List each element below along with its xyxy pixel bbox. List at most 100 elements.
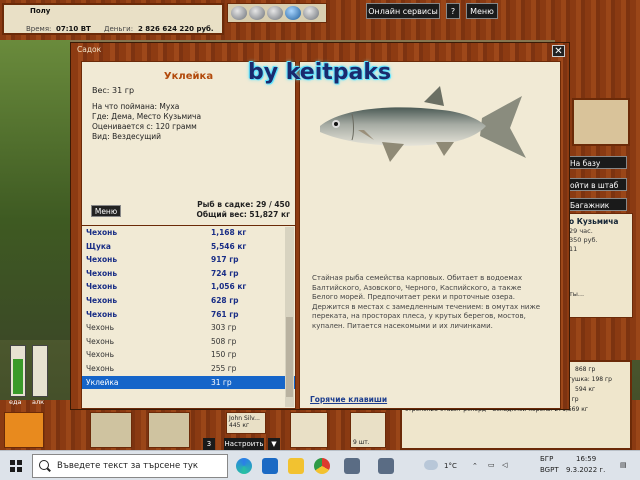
catch-location: Где: Дема, Место Кузьмича	[92, 112, 202, 121]
taskbar-search-input[interactable]: Въведете текст за търсене тук	[32, 454, 228, 478]
keepnet-counts: Рыб в садке: 29 / 450 Общий вес: 51,827 …	[197, 200, 290, 220]
fish-list-row[interactable]: Чехонь 1,056 кг	[82, 280, 295, 294]
luggage-button[interactable]: Багажник	[565, 198, 627, 211]
fly-bait-icon[interactable]: 9 шт.	[350, 412, 386, 448]
keepnet-fish-list: Чехонь 1,168 кг Щука 5,546 кг Чехонь 917 гр Че…	[81, 225, 296, 409]
slot-number: 3	[203, 438, 215, 450]
minimap[interactable]	[572, 98, 630, 146]
fish-picture-panel: Стайная рыба семейства карповых. Обитает…	[299, 61, 561, 409]
clock-date[interactable]: 9.3.2022 г.	[566, 466, 605, 474]
dropdown-arrow-icon[interactable]: ▼	[268, 438, 280, 450]
language-secondary[interactable]: BGPT	[540, 466, 559, 474]
bait-pot-icon[interactable]	[90, 412, 132, 448]
game-app-icon[interactable]	[344, 458, 360, 474]
weather-icons	[227, 3, 327, 23]
fish-row-name: Чехонь	[86, 228, 118, 237]
fish-row-weight: 1,056 кг	[211, 282, 247, 292]
fish-list-row[interactable]: Чехонь 150 гр	[82, 348, 295, 362]
fish-list-row[interactable]: Чехонь 628 гр	[82, 294, 295, 308]
location-info-panel: о Кузьмича 29 час. 350 руб. 11 ты...	[565, 213, 633, 318]
fish-list-row[interactable]: Чехонь 508 гр	[82, 335, 295, 349]
keepnet-icon[interactable]	[148, 412, 190, 448]
temperature[interactable]: 1°C	[444, 462, 457, 470]
menu-button[interactable]: Меню	[466, 3, 498, 19]
food-gauge	[10, 345, 26, 397]
language-primary[interactable]: БГР	[540, 455, 553, 463]
cloud-icon	[231, 6, 247, 20]
fish-list-row[interactable]: Уклейка 31 гр	[82, 375, 295, 390]
fish-weight: Вес: 31 гр	[92, 86, 135, 95]
fish-row-name: Чехонь	[86, 323, 115, 333]
fish-row-name: Чехонь	[86, 295, 118, 305]
folder-icon[interactable]	[288, 458, 304, 474]
player-card-weight: 445 кг	[229, 422, 250, 429]
fish-list-row[interactable]: Чехонь 917 гр	[82, 253, 295, 267]
keepnet-dialog: Садок ✕ Уклейка Вес: 31 гр На что пойман…	[70, 42, 570, 410]
fish-row-name: Чехонь	[86, 255, 118, 265]
fish-row-weight: 724 гр	[211, 268, 239, 278]
fish-list-row[interactable]: Щука 5,546 кг	[82, 240, 295, 254]
fish-list-scrollbar[interactable]	[285, 227, 294, 407]
fish-list-row[interactable]: Чехонь 1,168 кг	[82, 226, 295, 240]
fish-row-weight: 628 гр	[211, 295, 239, 305]
fish-row-weight: 303 гр	[211, 323, 237, 333]
player-name: Полу	[30, 7, 51, 15]
fish-row-name: Чехонь	[86, 350, 115, 360]
help-button[interactable]: ?	[446, 3, 460, 19]
money-value: 2 826 624 220 руб.	[138, 25, 214, 33]
settings-button[interactable]: Настроить	[224, 438, 264, 450]
to-base-button[interactable]: На базу	[565, 156, 627, 169]
close-icon[interactable]: ✕	[552, 45, 565, 57]
chrome-icon[interactable]	[314, 458, 330, 474]
bait-count: 9 шт.	[353, 439, 370, 446]
windows-start-icon[interactable]	[10, 460, 22, 472]
edge-icon[interactable]	[236, 458, 252, 474]
info-more-link[interactable]: ты...	[569, 290, 584, 298]
info-price: 350 руб.	[569, 236, 598, 244]
cloud-icon	[267, 6, 283, 20]
windows-taskbar: Въведете текст за търсене тук 1°C ⌃ ▭ ◁ …	[0, 450, 640, 480]
dialog-menu-button[interactable]: Меню	[91, 205, 121, 217]
go-to-hq-button[interactable]: ойти в штаб	[565, 178, 627, 191]
volume-icon[interactable]: ◁	[502, 461, 507, 469]
fish-details: На что поймана: Муха Где: Дема, Место Ку…	[92, 102, 201, 142]
fish-info-panel: Уклейка Вес: 31 гр На что поймана: Муха …	[81, 61, 296, 239]
scrollbar-thumb[interactable]	[286, 317, 293, 397]
hook-icon[interactable]	[290, 412, 328, 448]
fish-list-row[interactable]: Чехонь 255 гр	[82, 362, 295, 376]
valued-from: Оценивается с: 120 грамм	[92, 122, 197, 131]
fish-list-row[interactable]: Чехонь 761 гр	[82, 308, 295, 322]
fish-list-row[interactable]: Чехонь 724 гр	[82, 267, 295, 281]
fish-row-name: Чехонь	[86, 363, 115, 373]
bucket-icon[interactable]	[4, 412, 44, 448]
time-value: 07:10 ВТ	[56, 25, 91, 33]
store-icon[interactable]	[262, 458, 278, 474]
fish-row-weight: 150 гр	[211, 350, 237, 360]
info-count: 11	[569, 245, 578, 253]
caught-on: На что поймана: Муха	[92, 102, 180, 111]
fish-row-weight: 761 гр	[211, 309, 239, 319]
fish-row-weight: 917 гр	[211, 255, 239, 265]
clock-time[interactable]: 16:59	[576, 455, 596, 463]
player-status-panel: Полу Время: 07:10 ВТ Деньги: 2 826 624 2…	[2, 3, 224, 35]
fish-row-name: Чехонь	[86, 268, 118, 278]
fish-kind: Вид: Вездесущий	[92, 132, 162, 141]
online-services-button[interactable]: Онлайн сервисы	[366, 3, 440, 19]
fish-row-name: Чехонь	[86, 282, 118, 292]
location-title: о Кузьмича	[569, 217, 619, 226]
fish-count: Рыб в садке: 29 / 450	[197, 200, 290, 209]
fish-list-row[interactable]: Чехонь 303 гр	[82, 321, 295, 335]
game-app-icon-2[interactable]	[378, 458, 394, 474]
watermark: by keitpaks	[248, 60, 392, 85]
hotkeys-link[interactable]: Горячие клавиши	[310, 395, 387, 404]
notification-icon[interactable]: ▤	[620, 461, 627, 469]
tray-chevron-icon[interactable]: ⌃	[472, 462, 478, 470]
globe-icon	[285, 6, 301, 20]
fish-row-name: Уклейка	[86, 377, 119, 387]
network-icon[interactable]: ▭	[488, 461, 495, 469]
fish-row-name: Чехонь	[86, 309, 118, 319]
weather-icon[interactable]	[424, 460, 438, 470]
cloud-icon	[303, 6, 319, 20]
fish-row-name: Чехонь	[86, 336, 115, 346]
player-card[interactable]: John Silv... 445 кг	[226, 412, 266, 434]
